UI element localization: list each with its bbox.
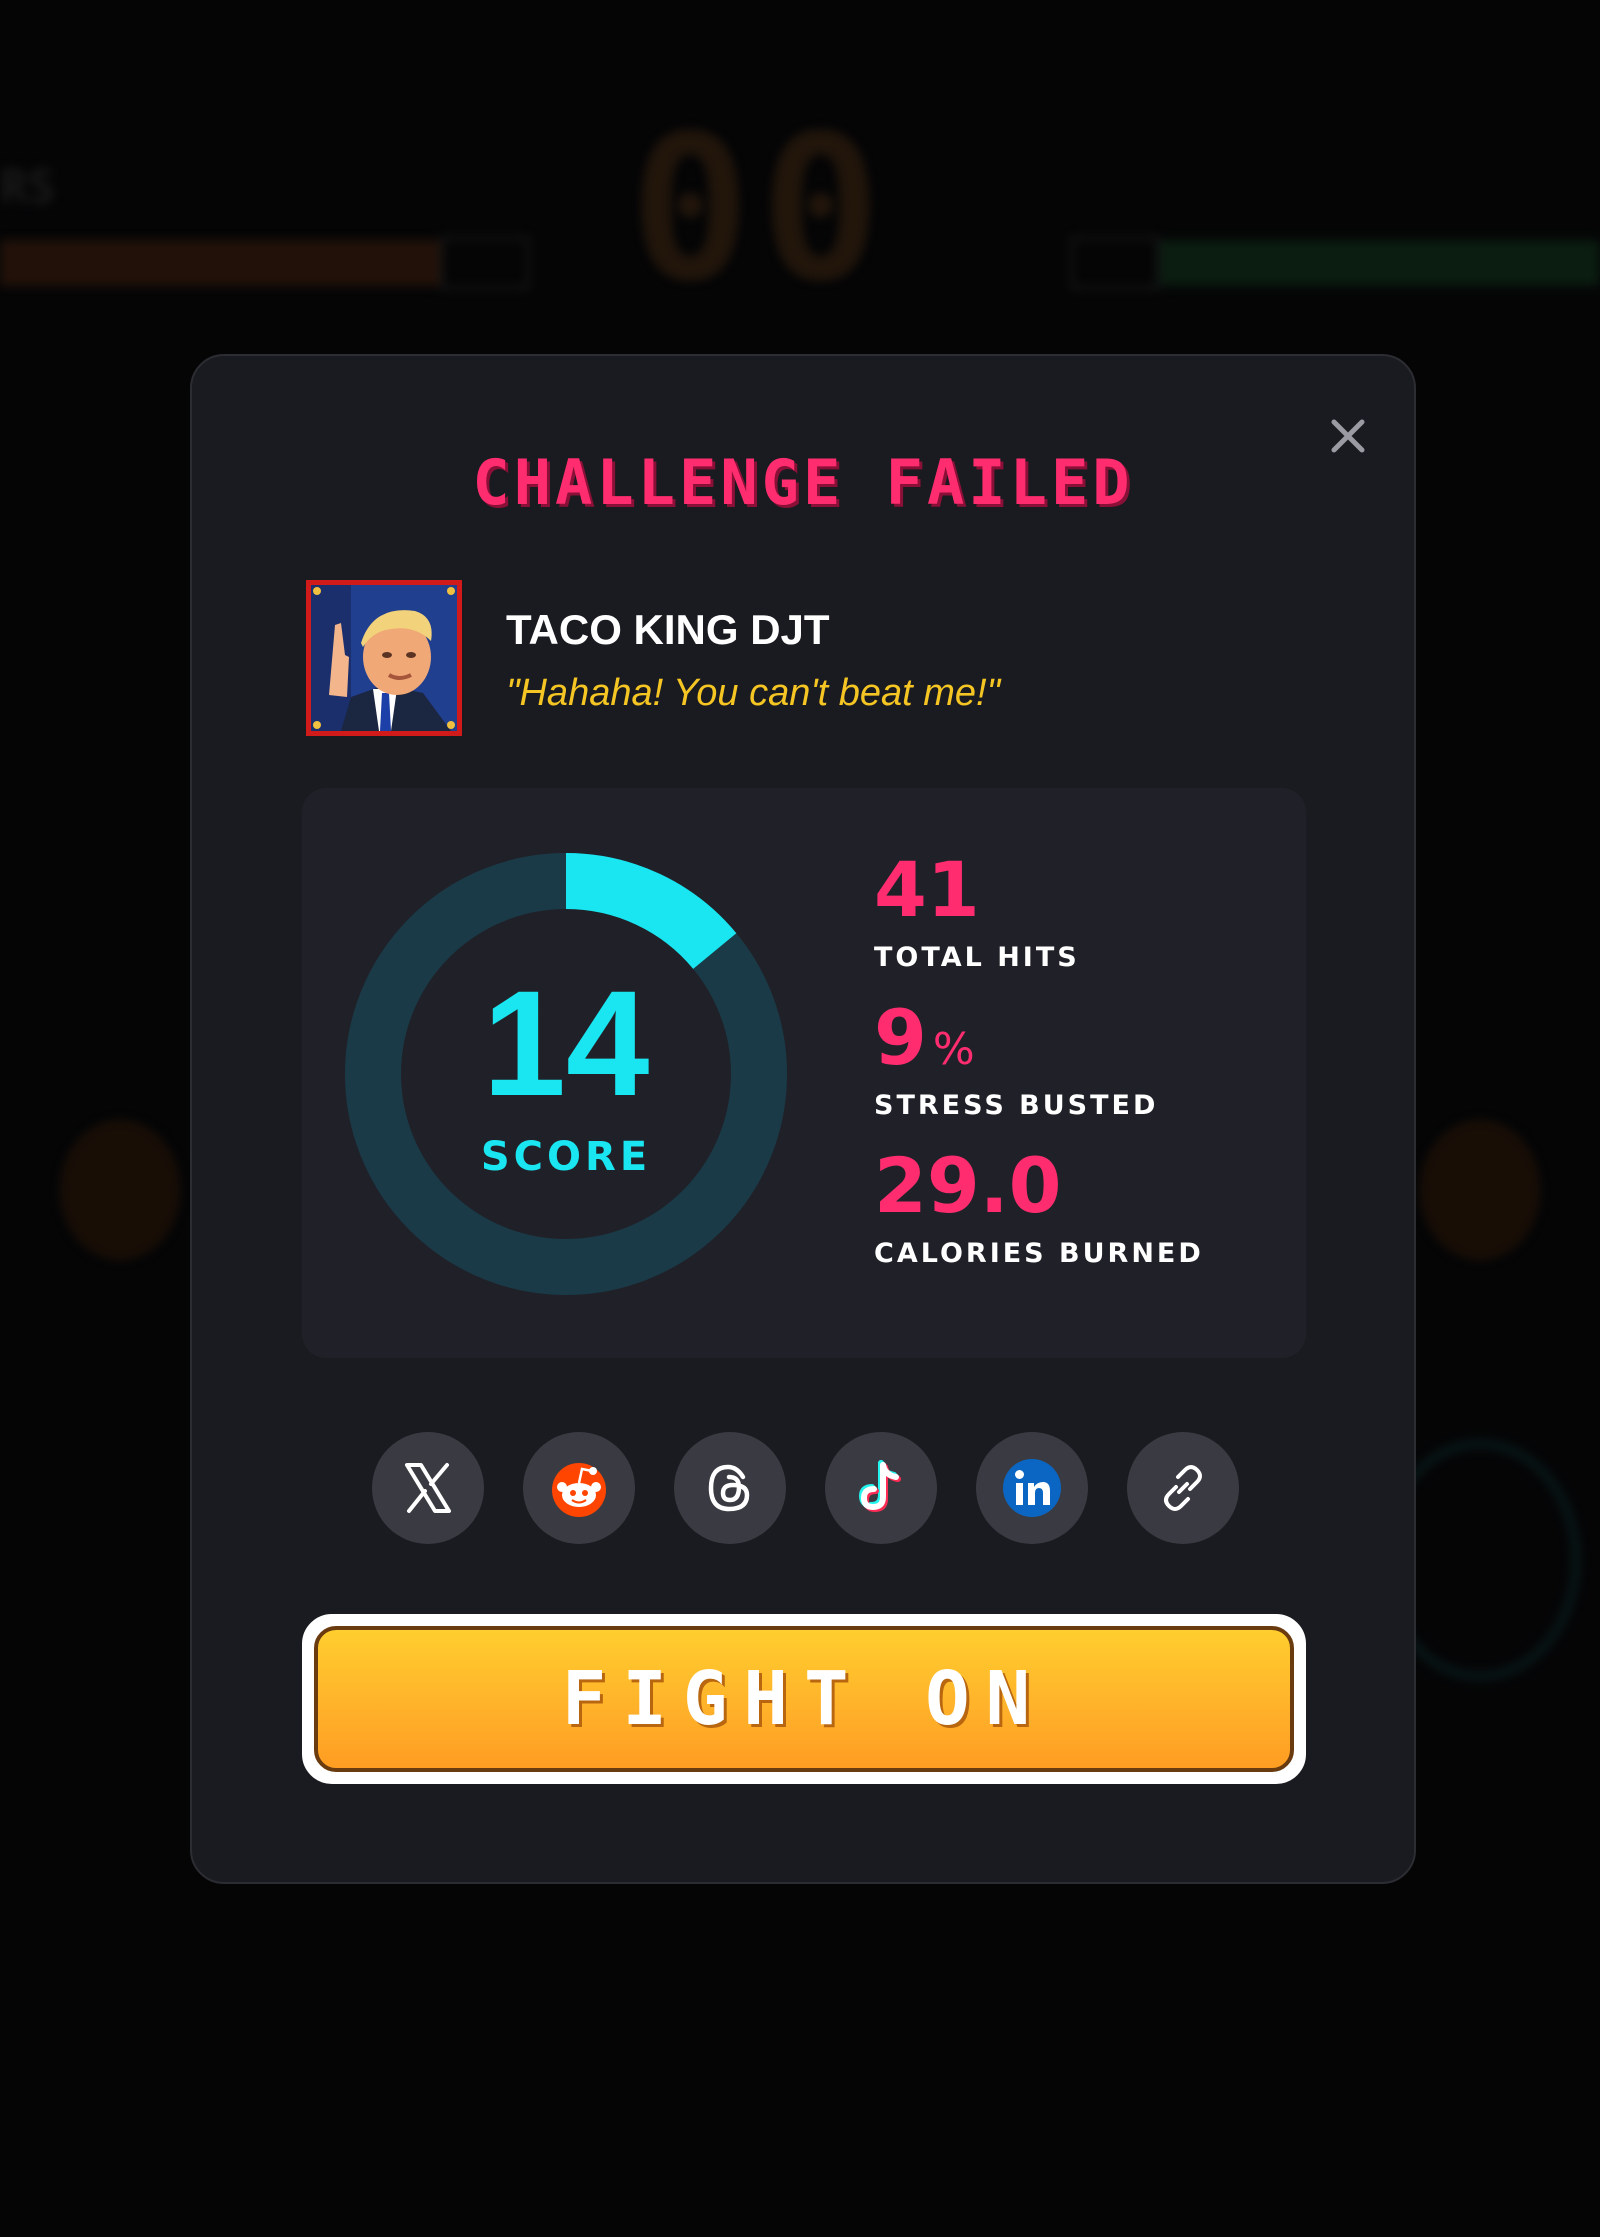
total-hits-value: 41 — [874, 845, 980, 934]
share-linkedin-button[interactable] — [976, 1432, 1088, 1544]
stat-stress-busted: 9% STRESS BUSTED — [874, 993, 1294, 1122]
stress-busted-unit: % — [932, 1024, 975, 1075]
backdrop-opponent-health-cap — [1070, 236, 1160, 290]
backdrop-player-health-bar — [0, 240, 440, 286]
opponent-card: TACO KING DJT "Hahaha! You can't beat me… — [306, 580, 1206, 740]
opponent-name: TACO KING DJT — [506, 606, 830, 653]
backdrop-left-glow — [60, 1120, 180, 1260]
link-icon — [1164, 1465, 1202, 1511]
threads-icon — [708, 1464, 750, 1512]
share-threads-button[interactable] — [674, 1432, 786, 1544]
share-reddit-button[interactable] — [523, 1432, 635, 1544]
share-tiktok-button[interactable] — [825, 1432, 937, 1544]
share-x-button[interactable] — [372, 1432, 484, 1544]
score-label: SCORE — [480, 1134, 652, 1180]
reddit-icon — [552, 1463, 606, 1517]
tiktok-icon — [858, 1460, 901, 1513]
backdrop-player-health-cap — [440, 236, 530, 290]
backdrop-opponent-health-bar — [1160, 240, 1600, 286]
score-value: 14 — [482, 959, 650, 1127]
challenge-result-modal: CHALLENGE FAILED TACO KING DJT "Hahaha! … — [190, 354, 1416, 1884]
backdrop-round-timer: 00 — [630, 93, 891, 326]
fight-on-button[interactable]: FIGHT ON — [302, 1614, 1306, 1784]
share-row — [372, 1432, 1242, 1544]
fight-on-button-face: FIGHT ON — [314, 1626, 1294, 1772]
opponent-portrait-icon — [311, 585, 457, 731]
stress-busted-value: 9% — [874, 993, 975, 1082]
total-hits-label: TOTAL HITS — [874, 942, 1080, 973]
copy-link-button[interactable] — [1127, 1432, 1239, 1544]
opponent-quote: "Hahaha! You can't beat me!" — [506, 672, 1001, 714]
x-icon — [405, 1463, 451, 1513]
opponent-avatar — [306, 580, 462, 736]
modal-title: CHALLENGE FAILED — [472, 446, 1134, 519]
stats-panel: 14 SCORE 41 TOTAL HITS 9% STRESS BUSTED … — [302, 788, 1306, 1358]
backdrop-player-name: RS — [0, 160, 56, 214]
backdrop-right-glow — [1420, 1120, 1540, 1260]
stat-total-hits: 41 TOTAL HITS — [874, 845, 1294, 974]
stat-calories-burned: 29.0 CALORIES BURNED — [874, 1141, 1294, 1270]
fight-on-label: FIGHT ON — [561, 1656, 1047, 1742]
linkedin-icon — [1003, 1459, 1061, 1517]
calories-burned-label: CALORIES BURNED — [874, 1238, 1204, 1269]
calories-burned-value: 29.0 — [874, 1141, 1062, 1230]
stress-busted-label: STRESS BUSTED — [874, 1090, 1159, 1121]
